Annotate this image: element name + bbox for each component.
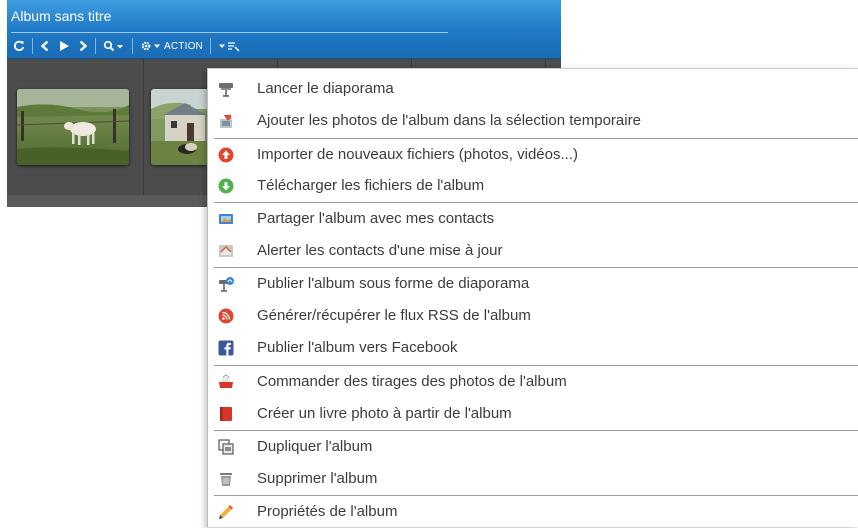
trash-icon (220, 473, 232, 486)
menu-item-label: Télécharger les fichiers de l'album (257, 177, 485, 194)
album-action-menu: Lancer le diaporama Ajouter les photos d… (207, 68, 858, 527)
refresh-icon (14, 40, 25, 52)
chevron-left-icon (40, 40, 49, 52)
menu-item-label: Supprimer l'album (257, 470, 378, 487)
album-toolbar: ACTION (9, 36, 244, 56)
menu-item-label: Alerter les contacts d'une mise à jour (257, 242, 503, 259)
menu-item-delete-album[interactable]: Supprimer l'album (208, 463, 858, 495)
duplicate-icon (218, 439, 234, 455)
menu-item-label: Publier l'album sous forme de diaporama (257, 275, 530, 292)
alert-contacts-icon (219, 245, 233, 257)
sort-filter-icon (218, 42, 240, 52)
toolbar-divider (95, 38, 96, 54)
next-button[interactable] (74, 36, 92, 56)
pencil-icon (219, 505, 233, 519)
menu-item-duplicate-album[interactable]: Dupliquer l'album (208, 431, 858, 463)
menu-item-alert-contacts[interactable]: Alerter les contacts d'une mise à jour (208, 235, 858, 267)
rss-icon (218, 308, 234, 324)
menu-item-rss-feed[interactable]: Générer/récupérer le flux RSS de l'album (208, 300, 858, 332)
grid-divider (143, 59, 144, 195)
menu-item-label: Importer de nouveaux fichiers (photos, v… (257, 146, 578, 163)
menu-item-add-to-selection[interactable]: Ajouter les photos de l'album dans la sé… (208, 105, 858, 137)
previous-button[interactable] (36, 36, 54, 56)
photo-book-icon (220, 407, 232, 421)
play-button[interactable] (54, 36, 74, 56)
toolbar-divider (209, 38, 211, 54)
search-button[interactable] (99, 36, 129, 56)
action-button[interactable]: ACTION (136, 36, 207, 56)
share-icon (219, 214, 233, 224)
facebook-icon (218, 340, 234, 356)
menu-item-import-files[interactable]: Importer de nouveaux fichiers (photos, v… (208, 139, 858, 171)
menu-item-label: Commander des tirages des photos de l'al… (257, 373, 567, 390)
menu-item-share-album[interactable]: Partager l'album avec mes contacts (208, 203, 858, 235)
album-titlebar: Album sans titre ACTION (7, 0, 561, 59)
add-to-selection-icon (220, 114, 232, 128)
title-divider (11, 32, 448, 33)
toolbar-divider (132, 38, 133, 54)
menu-item-label: Dupliquer l'album (257, 438, 373, 455)
play-icon (60, 41, 69, 51)
menu-item-label: Créer un livre photo à partir de l'album (257, 405, 512, 422)
menu-item-publish-facebook[interactable]: Publier l'album vers Facebook (208, 332, 858, 364)
menu-item-label: Générer/récupérer le flux RSS de l'album (257, 307, 531, 324)
action-label: ACTION (164, 40, 203, 52)
menu-item-label: Partager l'album avec mes contacts (257, 210, 495, 227)
sort-filter-button[interactable] (214, 36, 244, 56)
gear-icon (141, 41, 160, 51)
refresh-button[interactable] (9, 36, 29, 56)
album-title: Album sans titre (11, 8, 112, 24)
menu-item-create-photo-book[interactable]: Créer un livre photo à partir de l'album (208, 398, 858, 430)
print-order-icon (219, 374, 233, 388)
menu-item-start-slideshow[interactable]: Lancer le diaporama (208, 73, 858, 105)
projector-icon (219, 83, 233, 97)
menu-item-label: Publier l'album vers Facebook (257, 339, 458, 356)
menu-item-publish-slideshow[interactable]: Publier l'album sous forme de diaporama (208, 268, 858, 300)
publish-slideshow-icon (219, 277, 234, 292)
upload-icon (218, 147, 234, 163)
download-icon (218, 178, 234, 194)
magnifier-icon (103, 40, 123, 52)
chevron-right-icon (79, 40, 88, 52)
menu-item-order-prints[interactable]: Commander des tirages des photos de l'al… (208, 366, 858, 398)
toolbar-divider (32, 38, 33, 54)
cow-in-field-photo[interactable] (17, 89, 129, 165)
menu-item-download-files[interactable]: Télécharger les fichiers de l'album (208, 170, 858, 202)
menu-item-album-properties[interactable]: Propriétés de l'album (208, 496, 858, 528)
menu-item-label: Ajouter les photos de l'album dans la sé… (257, 112, 641, 129)
menu-item-label: Lancer le diaporama (257, 80, 394, 97)
menu-item-label: Propriétés de l'album (257, 503, 398, 520)
